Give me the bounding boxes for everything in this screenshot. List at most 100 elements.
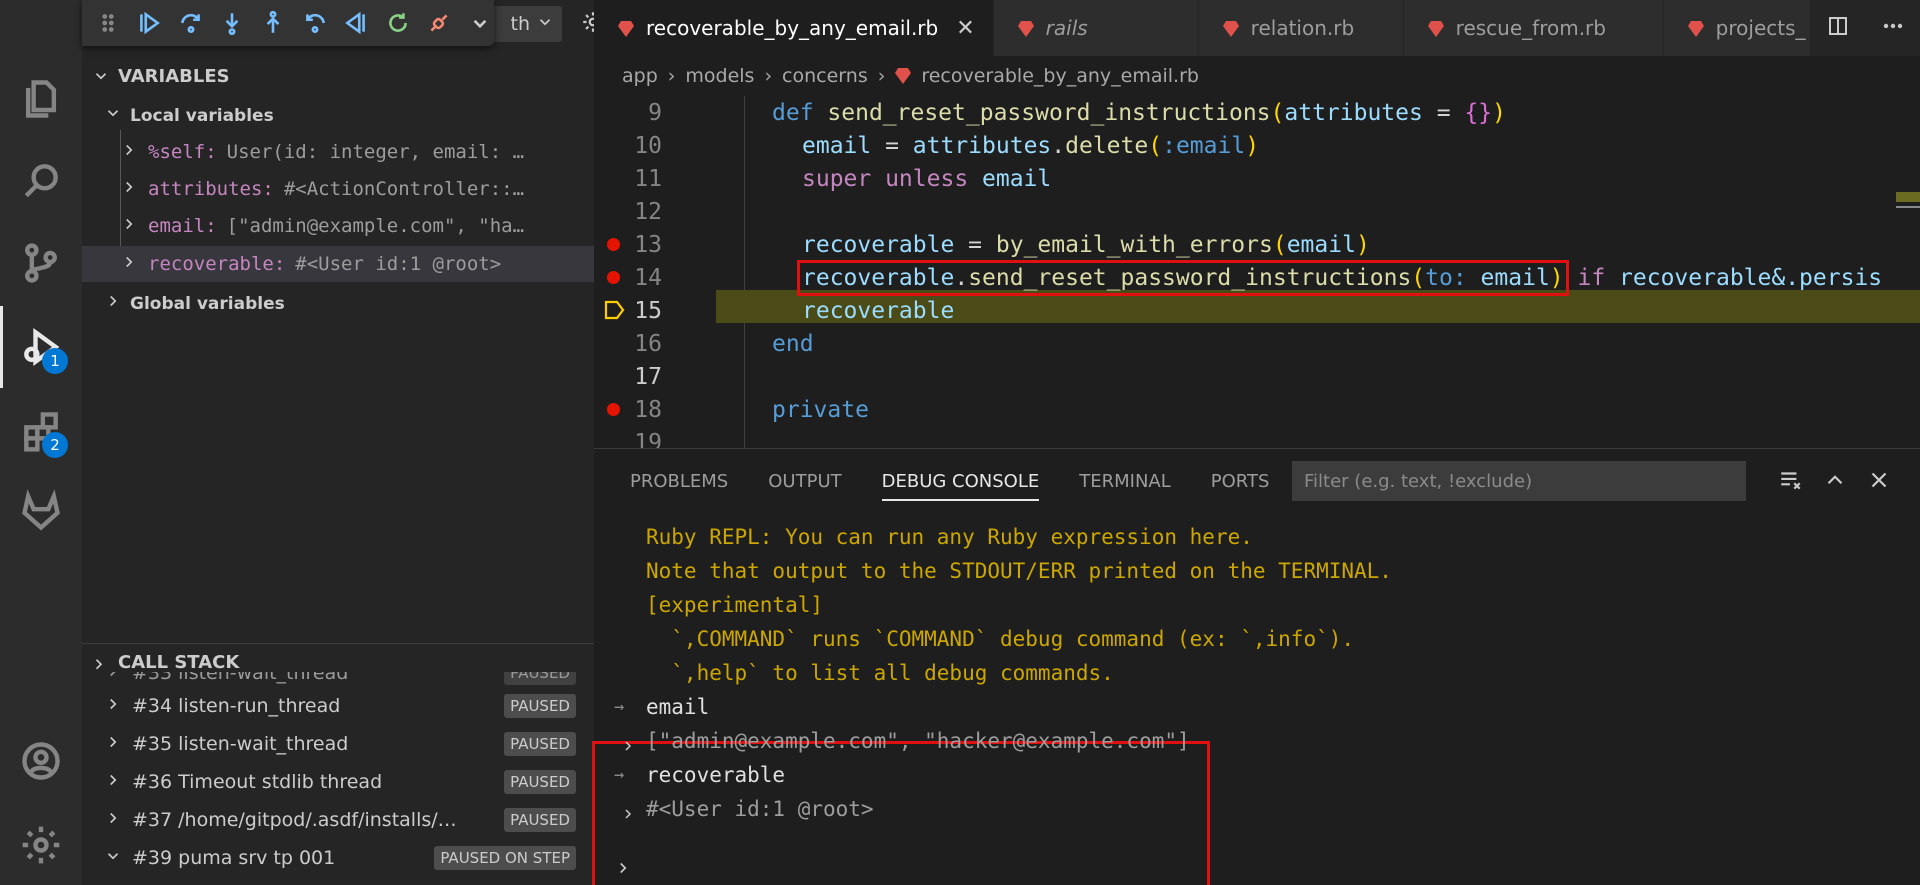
tab-terminal[interactable]: TERMINAL <box>1079 461 1171 501</box>
variable-row-selected[interactable]: recoverable: #<User id:1 @root> <box>82 246 594 282</box>
close-icon[interactable]: ✕ <box>956 16 974 41</box>
breadcrumb-item[interactable]: app <box>622 65 658 87</box>
editor-tabs: recoverable_by_any_email.rb ✕ rails rela… <box>594 0 1920 56</box>
tab-label: relation.rb <box>1250 16 1355 40</box>
extensions-badge: 2 <box>42 432 68 458</box>
tab-recoverable-by-any-email[interactable]: recoverable_by_any_email.rb ✕ <box>594 0 994 56</box>
thread-row[interactable]: #36 Timeout stdlib thread PAUSED <box>82 763 594 801</box>
more-actions-icon[interactable] <box>1881 14 1905 42</box>
account-icon[interactable] <box>0 720 82 802</box>
chevron-right-icon <box>120 141 138 164</box>
breakpoint-dot[interactable] <box>607 238 620 251</box>
run-debug-icon[interactable]: 1 <box>0 306 82 388</box>
tab-rails[interactable]: rails <box>993 0 1199 56</box>
tab-rescue-from[interactable]: rescue_from.rb <box>1403 0 1664 56</box>
tab-ports[interactable]: PORTS <box>1211 461 1270 501</box>
console-filter-input[interactable] <box>1292 461 1746 501</box>
chevron-right-icon: › <box>877 65 886 87</box>
step-back-icon[interactable] <box>301 8 328 38</box>
status-badge: PAUSED <box>504 672 576 685</box>
code-line: 13 recoverable = by_email_with_errors(em… <box>594 228 1920 261</box>
chevron-right-icon[interactable] <box>620 803 636 827</box>
variable-row[interactable]: attributes: #<ActionController::… <box>82 171 594 207</box>
gitlab-icon[interactable] <box>0 470 82 552</box>
breadcrumb-item[interactable]: concerns <box>782 65 868 87</box>
line-number: 13 <box>634 231 662 258</box>
debug-console-output[interactable]: Ruby REPL: You can run any Ruby expressi… <box>592 513 1920 885</box>
thread-row[interactable]: #35 listen-wait_thread PAUSED <box>82 725 594 763</box>
reverse-continue-icon[interactable] <box>342 8 369 38</box>
search-icon[interactable] <box>0 140 82 222</box>
close-icon[interactable] <box>1866 467 1892 497</box>
variables-title: VARIABLES <box>118 65 230 87</box>
tab-relation[interactable]: relation.rb <box>1198 0 1404 56</box>
chevron-right-icon <box>104 771 122 794</box>
extensions-icon[interactable]: 2 <box>0 390 82 472</box>
disconnect-icon[interactable] <box>425 8 452 38</box>
breadcrumb-item[interactable]: recoverable_by_any_email.rb <box>921 65 1199 87</box>
thread-row[interactable]: #34 listen-run_thread PAUSED <box>82 687 594 725</box>
console-output-line[interactable]: ["admin@example.com", "hacker@example.co… <box>646 729 1190 753</box>
config-label: th <box>510 13 531 35</box>
console-output-line[interactable]: #<User id:1 @root> <box>646 797 874 821</box>
code-line: 17 <box>594 360 1920 393</box>
bottom-panel: PROBLEMS OUTPUT DEBUG CONSOLE TERMINAL P… <box>592 448 1920 885</box>
global-variables-group[interactable]: Global variables <box>104 292 285 315</box>
chevron-right-icon <box>104 809 122 832</box>
split-editor-icon[interactable] <box>1826 14 1850 42</box>
code-text: def send_reset_password_instructions(att… <box>772 99 1506 126</box>
step-over-icon[interactable] <box>177 8 204 38</box>
chevron-right-icon <box>120 253 138 276</box>
chevron-down-icon[interactable] <box>467 8 494 38</box>
code-text: private <box>772 396 869 423</box>
editor-area: recoverable_by_any_email.rb ✕ rails rela… <box>592 0 1920 885</box>
continue-icon[interactable] <box>135 8 162 38</box>
thread-row[interactable]: #39 puma srv tp 001 PAUSED ON STEP <box>82 839 594 877</box>
clear-console-icon[interactable] <box>1778 467 1804 497</box>
variable-name: attributes: <box>148 178 274 200</box>
debug-badge: 1 <box>42 348 68 374</box>
step-into-icon[interactable] <box>218 8 245 38</box>
line-number: 10 <box>634 132 662 159</box>
breakpoint-dot[interactable] <box>607 403 620 416</box>
line-number: 9 <box>648 99 662 126</box>
line-number: 16 <box>634 330 662 357</box>
variable-row[interactable]: %self: User(id: integer, email: … <box>82 134 594 170</box>
chevron-up-icon[interactable] <box>1822 467 1848 497</box>
local-variables-group[interactable]: Local variables <box>104 104 274 127</box>
code-editor[interactable]: 9 def send_reset_password_instructions(a… <box>594 96 1920 448</box>
repl-input[interactable] <box>644 851 1844 885</box>
chevron-right-icon <box>104 672 122 685</box>
code-line: 18 private <box>594 393 1920 426</box>
chevron-down-icon <box>536 13 554 36</box>
chevron-down-icon <box>104 847 122 870</box>
thread-name: #34 listen-run_thread <box>132 695 341 717</box>
chevron-right-icon[interactable] <box>620 735 636 759</box>
explorer-icon[interactable] <box>0 58 82 140</box>
tab-debug-console[interactable]: DEBUG CONSOLE <box>881 461 1039 501</box>
call-stack-title: CALL STACK <box>118 651 240 673</box>
drag-grip-icon[interactable] <box>94 8 121 38</box>
restart-icon[interactable] <box>384 8 411 38</box>
variables-section-header[interactable]: VARIABLES <box>82 58 594 94</box>
thread-name: #39 puma srv tp 001 <box>132 847 336 869</box>
source-control-icon[interactable] <box>0 222 82 304</box>
console-info-line: Ruby REPL: You can run any Ruby expressi… <box>646 525 1253 549</box>
line-number: 19 <box>634 429 662 449</box>
variable-value: #<User id:1 @root> <box>295 253 502 275</box>
tab-output[interactable]: OUTPUT <box>768 461 841 501</box>
manage-gear-icon[interactable] <box>0 804 82 885</box>
step-out-icon[interactable] <box>260 8 287 38</box>
breakpoint-dot[interactable] <box>607 271 620 284</box>
thread-row[interactable]: #37 /home/gitpod/.asdf/installs/… PAUSED <box>82 801 594 839</box>
status-badge: PAUSED ON STEP <box>434 846 576 870</box>
code-line: 14 recoverable.send_reset_password_instr… <box>594 259 1920 296</box>
variable-row[interactable]: email: ["admin@example.com", "ha… <box>82 208 594 244</box>
status-badge: PAUSED <box>504 732 576 756</box>
tab-problems[interactable]: PROBLEMS <box>630 461 728 501</box>
breadcrumb-item[interactable]: models <box>685 65 754 87</box>
line-number: 14 <box>634 264 662 291</box>
code-line-current: 15 recoverable <box>594 294 1920 327</box>
ruby-file-icon <box>1427 19 1444 37</box>
tab-projects[interactable]: projects_ <box>1663 0 1825 56</box>
